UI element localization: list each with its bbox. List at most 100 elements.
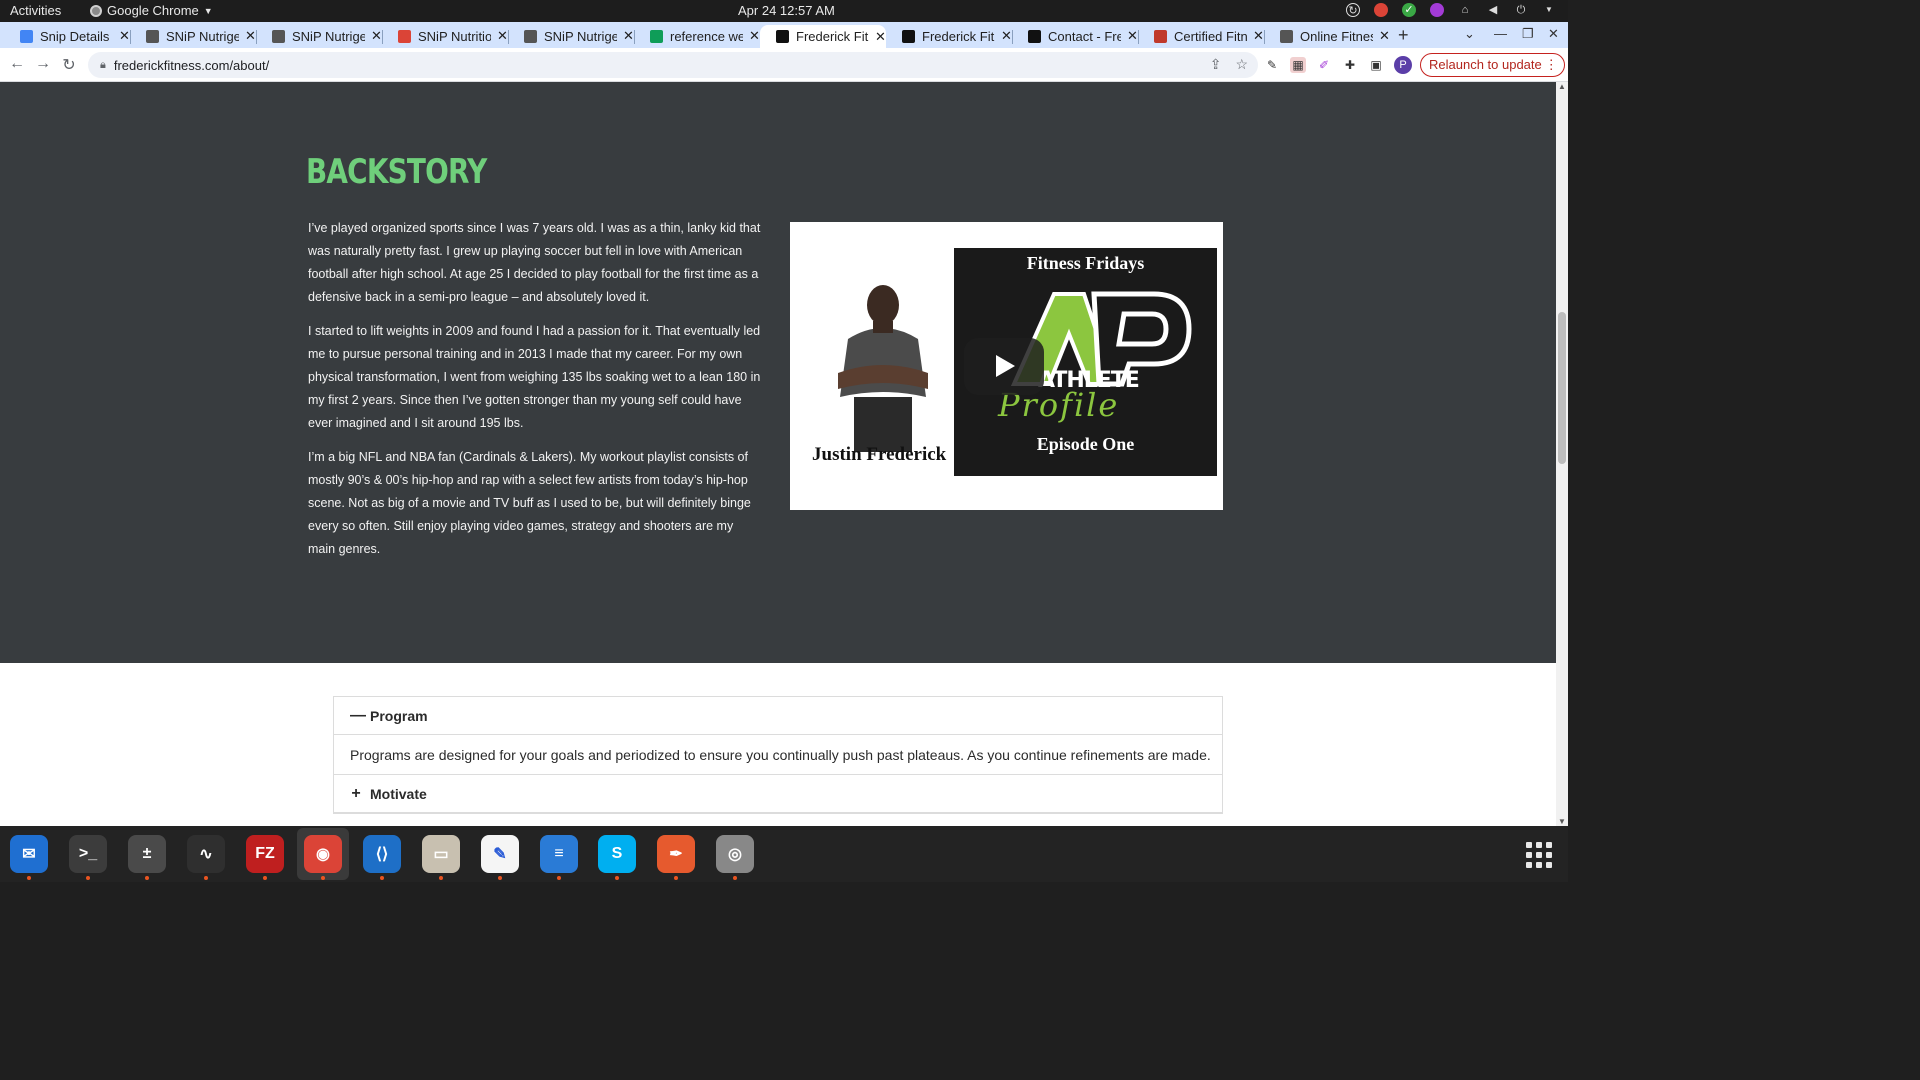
close-tab-icon[interactable]: ✕	[497, 28, 508, 44]
share-icon[interactable]: ⇪	[1210, 56, 1222, 73]
files-icon[interactable]: ▭	[422, 835, 460, 873]
running-indicator	[674, 876, 678, 880]
text-editor-icon[interactable]: ✎	[481, 835, 519, 873]
close-tab-icon[interactable]: ✕	[1253, 28, 1264, 44]
url-text[interactable]: frederickfitness.com/about/	[114, 58, 269, 73]
terminal-icon[interactable]: >_	[69, 835, 107, 873]
browser-tab[interactable]: Certified Fitn ✕	[1138, 25, 1264, 47]
tab-title: Certified Fitn	[1174, 28, 1247, 44]
system-tray[interactable]: ↻ ✓ ⌂ ◀ ⏻ ▼	[1346, 3, 1556, 17]
browser-tab[interactable]: Online Fitnes ✕	[1264, 25, 1390, 47]
pen-extension-icon[interactable]: ✐	[1316, 57, 1332, 73]
color-picker-icon[interactable]	[1430, 3, 1444, 17]
scroll-down-arrow-icon[interactable]: ▼	[1558, 817, 1566, 826]
browser-tab[interactable]: SNiP Nutrige ✕	[130, 25, 256, 47]
browser-tab[interactable]: reference we ✕	[634, 25, 760, 47]
plus-icon: +	[351, 784, 361, 802]
back-icon[interactable]: ←	[8, 55, 26, 73]
scrollbar-thumb[interactable]	[1558, 312, 1566, 464]
eyedropper-extension-icon[interactable]: ✎	[1264, 57, 1280, 73]
maximize-button[interactable]: ❐	[1522, 26, 1534, 42]
thunderbird-icon[interactable]: ✉	[10, 835, 48, 873]
scroll-up-arrow-icon[interactable]: ▲	[1558, 82, 1566, 91]
browser-tab[interactable]: Contact - Fre ✕	[1012, 25, 1138, 47]
tab-title: Contact - Fre	[1048, 28, 1121, 44]
episode-label: Episode One	[1036, 434, 1135, 454]
running-indicator	[439, 876, 443, 880]
paragraph-3: I’m a big NFL and NBA fan (Cardinals & L…	[308, 450, 751, 556]
running-indicator	[498, 876, 502, 880]
tab-title: Snip Details -	[40, 28, 113, 44]
close-tab-icon[interactable]: ✕	[119, 28, 130, 44]
power-icon[interactable]: ⏻	[1514, 3, 1528, 17]
video-embed[interactable]: Justin Frederick Fitness Fridays AP ATHL…	[790, 222, 1223, 510]
browser-tab[interactable]: SNiP Nutrige ✕	[508, 25, 634, 47]
side-panel-icon[interactable]: ▣	[1368, 57, 1384, 73]
app-menu[interactable]: Google Chrome ▼	[90, 3, 213, 18]
profile-avatar[interactable]: P	[1394, 56, 1412, 74]
browser-tab[interactable]: Frederick Fitr ✕	[886, 25, 1012, 47]
relaunch-to-update-button[interactable]: Relaunch to update ⋮	[1420, 53, 1565, 77]
close-tab-icon[interactable]: ✕	[749, 28, 760, 44]
browser-tab[interactable]: SNiP Nutritio ✕	[382, 25, 508, 47]
ff-logo-icon	[776, 30, 789, 43]
libreoffice-writer-icon[interactable]: ≡	[540, 835, 578, 873]
reload-icon[interactable]: ↻	[60, 55, 78, 75]
ff-logo-icon	[902, 29, 915, 43]
address-bar[interactable]: 🔒︎ frederickfitness.com/about/ ⇪ ☆	[88, 52, 1258, 78]
more-menu-icon: ⋮	[1544, 57, 1558, 72]
filezilla-icon[interactable]: FZ	[246, 835, 284, 873]
close-tab-icon[interactable]: ✕	[875, 29, 886, 45]
tab-search-icon[interactable]: ⌄	[1464, 26, 1475, 42]
bookmark-star-icon[interactable]: ☆	[1235, 56, 1248, 73]
browser-tab[interactable]: Frederick Fitn ✕	[760, 25, 886, 48]
chrome-tray-icon[interactable]	[1374, 3, 1388, 17]
tab-title: SNiP Nutritio	[418, 28, 491, 44]
chevron-down-icon[interactable]: ▼	[1542, 3, 1556, 17]
activities-button[interactable]: Activities	[10, 3, 61, 18]
accordion-program-header[interactable]: — Program	[334, 697, 1222, 735]
calendar-extension-icon[interactable]: ▦	[1290, 57, 1306, 73]
play-button[interactable]	[964, 338, 1044, 395]
page-scrollbar[interactable]: ▲ ▼	[1556, 82, 1568, 826]
update-icon[interactable]: ↻	[1346, 3, 1360, 17]
volume-icon[interactable]: ◀	[1486, 3, 1500, 17]
show-applications-icon[interactable]	[1526, 842, 1552, 868]
snip-logo-icon	[272, 29, 285, 43]
forward-icon[interactable]: →	[34, 55, 52, 73]
close-tab-icon[interactable]: ✕	[245, 28, 256, 44]
minus-icon: —	[350, 706, 366, 724]
running-indicator	[145, 876, 149, 880]
system-monitor-icon[interactable]: ∿	[187, 835, 225, 873]
extensions-puzzle-icon[interactable]: ✚	[1342, 57, 1358, 73]
accordion-motivate-header[interactable]: + Motivate	[334, 775, 1222, 813]
tab-separator	[508, 30, 509, 44]
minimize-button[interactable]: —	[1494, 26, 1507, 41]
cert-icon	[1154, 29, 1167, 43]
accordion-program-body: Programs are designed for your goals and…	[334, 735, 1222, 775]
tab-title: SNiP Nutrige	[166, 28, 239, 44]
vscode-icon[interactable]: ⟨⟩	[363, 835, 401, 873]
close-tab-icon[interactable]: ✕	[1379, 28, 1390, 44]
chrome-icon[interactable]: ◉	[304, 835, 342, 873]
browser-tab[interactable]: SNiP Nutrige ✕	[256, 25, 382, 47]
clock[interactable]: Apr 24 12:57 AM	[738, 3, 835, 18]
browser-tab[interactable]: Snip Details - ✕	[4, 25, 130, 47]
tab-separator	[1264, 30, 1265, 44]
new-tab-button[interactable]: +	[1398, 25, 1409, 46]
close-window-button[interactable]: ✕	[1548, 26, 1559, 42]
lock-icon[interactable]: 🔒︎	[100, 59, 106, 72]
tab-separator	[634, 30, 635, 44]
inkscape-icon[interactable]: ✒	[657, 835, 695, 873]
close-tab-icon[interactable]: ✕	[371, 28, 382, 44]
check-icon[interactable]: ✓	[1402, 3, 1416, 17]
paragraph-2: I started to lift weights in 2009 and fo…	[308, 324, 761, 430]
calculator-icon[interactable]: ±	[128, 835, 166, 873]
close-tab-icon[interactable]: ✕	[623, 28, 634, 44]
disk-icon[interactable]: ◎	[716, 835, 754, 873]
close-tab-icon[interactable]: ✕	[1127, 28, 1138, 44]
skype-icon[interactable]: S	[598, 835, 636, 873]
close-tab-icon[interactable]: ✕	[1001, 28, 1012, 44]
network-icon[interactable]: ⌂	[1458, 3, 1472, 17]
accordion-title: Program	[370, 707, 428, 724]
